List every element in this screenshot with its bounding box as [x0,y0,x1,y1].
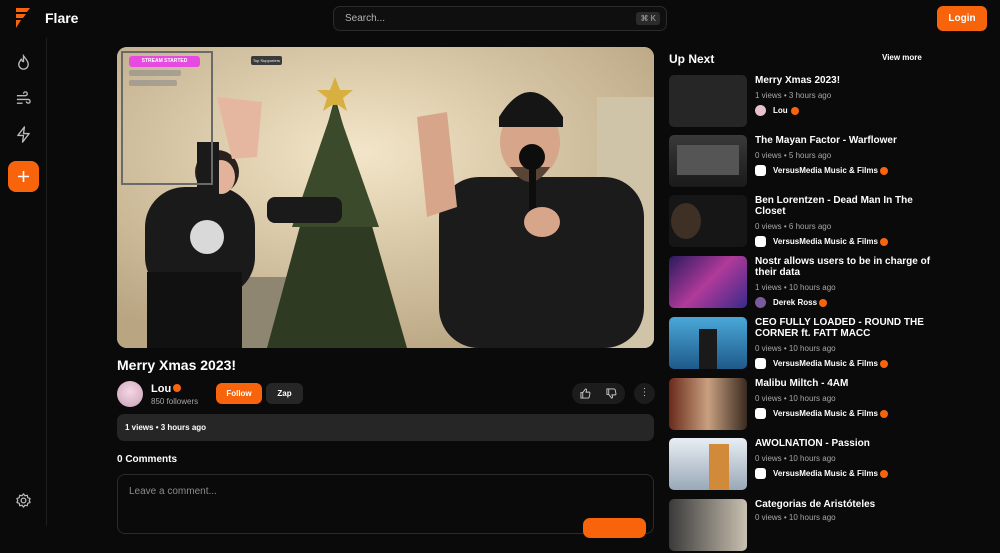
up-next-channel[interactable]: Lou [773,106,788,115]
lightning-icon[interactable] [15,126,32,143]
up-next-item[interactable]: Merry Xmas 2023! 1 views • 3 hours ago L… [669,75,989,129]
up-next-item[interactable]: Ben Lorentzen - Dead Man In The Closet 0… [669,195,989,249]
plus-icon [18,171,29,182]
verified-icon [880,238,888,246]
up-next-title[interactable]: The Mayan Factor - Warflower [755,135,935,146]
verified-icon [880,470,888,478]
video-thumbnail[interactable] [669,499,747,551]
up-next-meta: 0 views • 10 hours ago [755,344,836,353]
verified-icon [819,299,827,307]
video-thumbnail[interactable] [669,256,747,308]
comments-heading: 0 Comments [117,454,178,465]
thumbs-down-icon[interactable] [606,388,617,399]
up-next-channel[interactable]: Derek Ross [773,298,817,307]
up-next-title[interactable]: AWOLNATION - Passion [755,438,935,449]
search-placeholder: Search... [345,13,386,24]
wind-icon[interactable] [15,90,32,107]
up-next-title[interactable]: Nostr allows users to be in charge of th… [755,256,935,278]
flare-logo-icon[interactable] [15,8,31,28]
follow-button[interactable]: Follow [216,383,262,404]
up-next-title[interactable]: Categorias de Aristóteles [755,499,935,510]
verified-icon [173,384,181,392]
up-next-meta: 0 views • 5 hours ago [755,151,832,160]
up-next-meta: 1 views • 10 hours ago [755,283,836,292]
create-button[interactable] [8,161,39,192]
verified-icon [880,167,888,175]
zap-button[interactable]: Zap [266,383,303,404]
comment-placeholder: Leave a comment... [129,486,217,497]
verified-icon [880,360,888,368]
up-next-title[interactable]: Malibu Miltch - 4AM [755,378,935,389]
brand-name[interactable]: Flare [45,10,78,26]
up-next-meta: 0 views • 10 hours ago [755,454,836,463]
up-next-item[interactable]: Malibu Miltch - 4AM 0 views • 10 hours a… [669,378,989,432]
comment-submit-button[interactable] [583,518,646,538]
channel-avatar [755,165,766,176]
up-next-item[interactable]: Nostr allows users to be in charge of th… [669,256,989,310]
top-supporters-badge: Top Supporters [251,56,282,65]
login-button[interactable]: Login [937,6,987,31]
channel-avatar [755,236,766,247]
up-next-item[interactable]: CEO FULLY LOADED - ROUND THE CORNER ft. … [669,317,989,371]
up-next-heading: Up Next [669,52,715,66]
up-next-channel[interactable]: VersusMedia Music & Films [773,359,878,368]
up-next-channel[interactable]: VersusMedia Music & Films [773,166,878,175]
verified-icon [880,410,888,418]
search-input[interactable]: Search... ⌘ K [333,6,667,31]
video-thumbnail[interactable] [669,75,747,127]
comment-input[interactable]: Leave a comment... [117,474,654,538]
more-options-button[interactable]: ⋮ [634,383,655,404]
channel-avatar [755,468,766,479]
video-title: Merry Xmas 2023! [117,357,237,373]
up-next-channel[interactable]: VersusMedia Music & Films [773,237,878,246]
sidebar [0,38,47,526]
video-player[interactable]: STREAM STARTED Top Supporters [117,47,654,348]
video-thumbnail[interactable] [669,438,747,490]
video-thumbnail[interactable] [669,135,747,187]
up-next-meta: 0 views • 10 hours ago [755,513,836,522]
view-more-link[interactable]: View more [882,53,922,62]
reaction-group [572,383,625,404]
author-name[interactable]: Lou [151,383,171,395]
stream-started-badge: STREAM STARTED [129,56,200,67]
up-next-title[interactable]: Merry Xmas 2023! [755,75,935,86]
settings-icon[interactable] [15,492,32,509]
video-stats: 1 views • 3 hours ago [117,414,654,441]
video-thumbnail[interactable] [669,317,747,369]
up-next-title[interactable]: CEO FULLY LOADED - ROUND THE CORNER ft. … [755,317,935,339]
channel-avatar [755,105,766,116]
overlay-chat-line [129,80,177,86]
follower-count: 850 followers [151,397,199,406]
up-next-item[interactable]: The Mayan Factor - Warflower 0 views • 5… [669,135,989,189]
up-next-item[interactable]: Categorias de Aristóteles 0 views • 10 h… [669,499,989,553]
channel-avatar [755,297,766,308]
up-next-item[interactable]: AWOLNATION - Passion 0 views • 10 hours … [669,438,989,492]
search-shortcut-badge: ⌘ K [636,12,660,25]
video-thumbnail[interactable] [669,378,747,430]
verified-icon [791,107,799,115]
up-next-meta: 0 views • 6 hours ago [755,222,832,231]
up-next-meta: 1 views • 3 hours ago [755,91,832,100]
channel-avatar [755,408,766,419]
up-next-meta: 0 views • 10 hours ago [755,394,836,403]
channel-avatar [755,358,766,369]
video-thumbnail[interactable] [669,195,747,247]
flame-icon[interactable] [15,54,32,71]
up-next-channel[interactable]: VersusMedia Music & Films [773,409,878,418]
thumbs-up-icon[interactable] [580,388,591,399]
overlay-chat-line [129,70,181,76]
top-bar: Flare Search... ⌘ K Login [0,0,1000,38]
avatar[interactable] [117,381,143,407]
up-next-channel[interactable]: VersusMedia Music & Films [773,469,878,478]
up-next-title[interactable]: Ben Lorentzen - Dead Man In The Closet [755,195,935,217]
